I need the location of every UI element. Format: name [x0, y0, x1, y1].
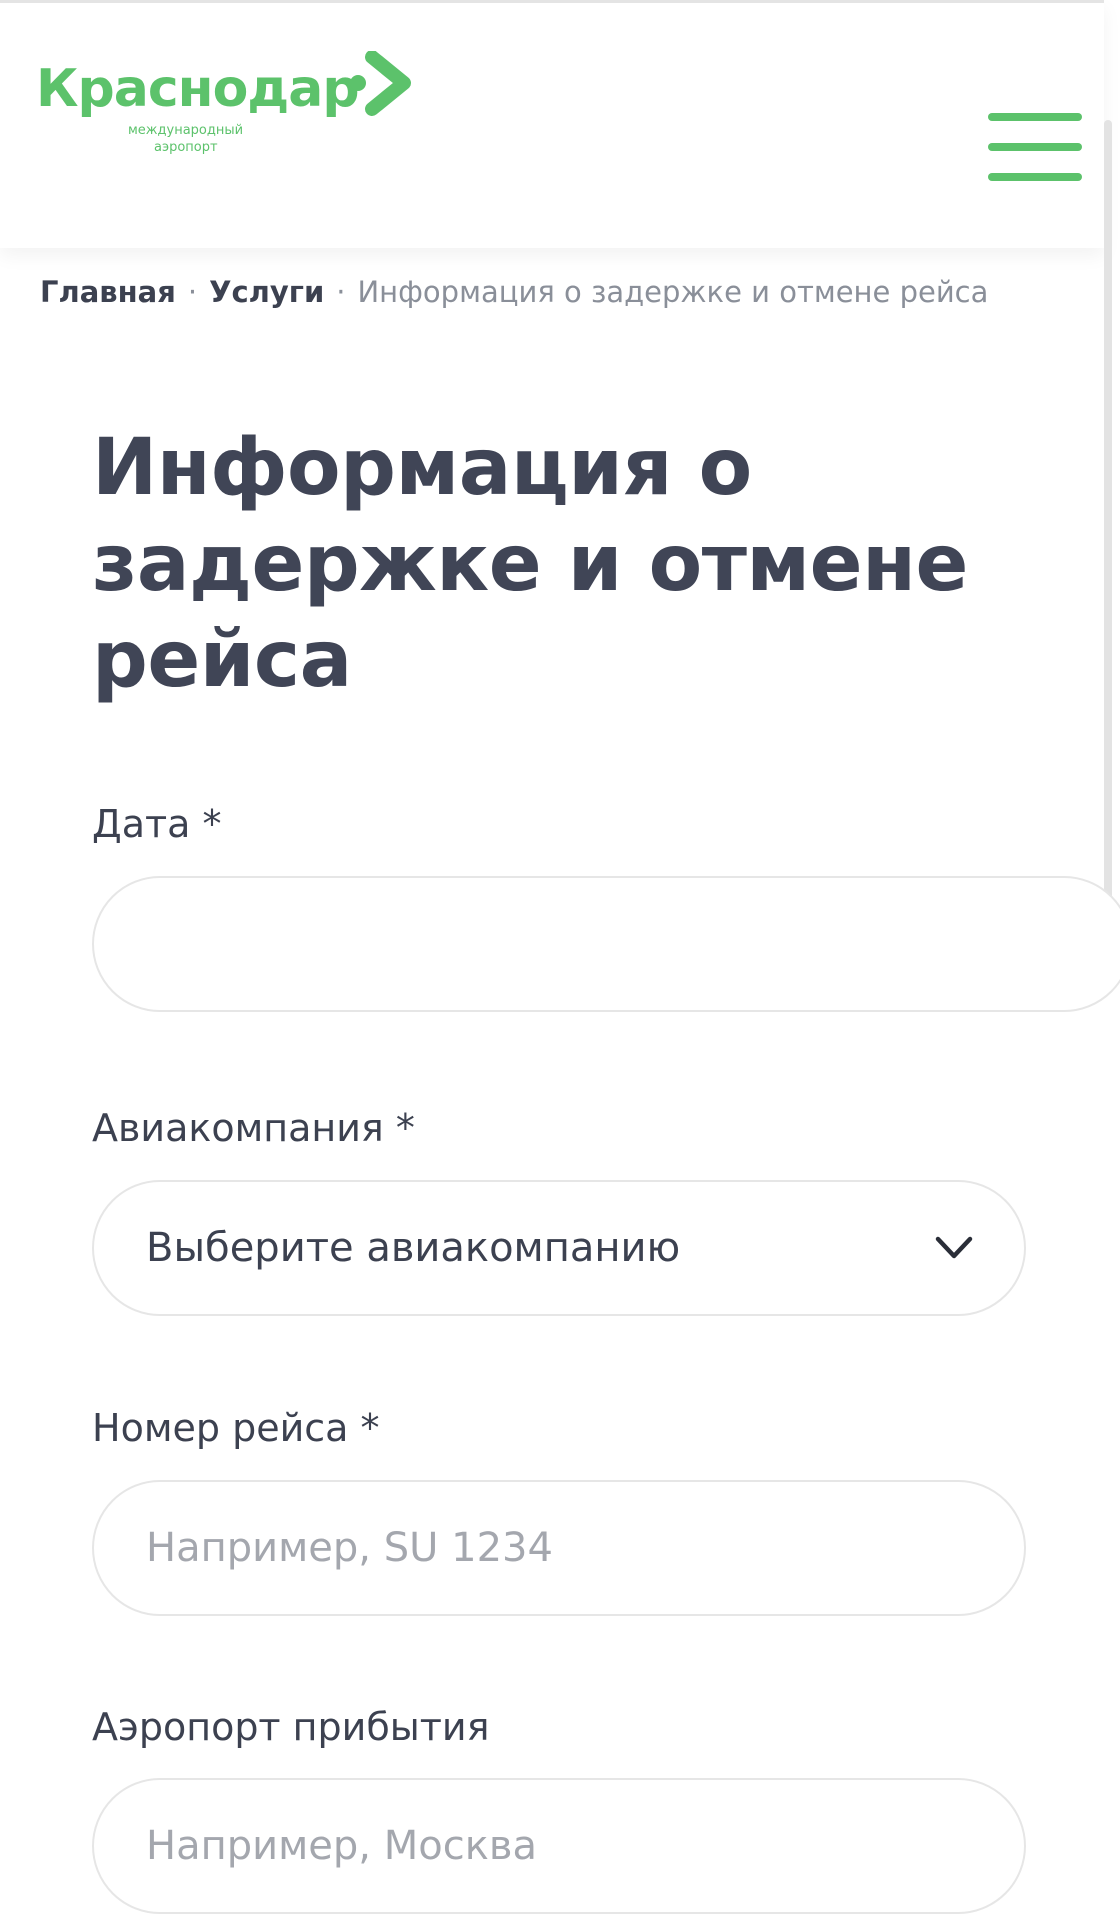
breadcrumb-current: Информация о задержке и отмене рейса	[357, 275, 989, 309]
flight-number-input[interactable]	[146, 1482, 966, 1614]
airline-select[interactable]: Выберите авиакомпанию	[92, 1180, 1026, 1316]
breadcrumb-services-link[interactable]: Услуги	[209, 275, 324, 309]
breadcrumb-separator: ·	[336, 275, 346, 309]
logo-arrow-icon	[350, 51, 411, 116]
airline-select-value: Выберите авиакомпанию	[146, 1225, 681, 1271]
date-input[interactable]	[146, 878, 966, 1010]
site-header: Краснодар международный аэропорт	[0, 0, 1104, 248]
hamburger-icon-line	[988, 173, 1082, 181]
arrival-airport-input[interactable]	[146, 1780, 966, 1912]
hamburger-icon-line	[988, 143, 1082, 151]
hamburger-icon-line	[988, 113, 1082, 121]
arrival-airport-field[interactable]	[92, 1778, 1026, 1914]
date-label: Дата *	[92, 802, 222, 846]
logo-subtitle-line1: международный	[128, 123, 244, 138]
flight-number-field[interactable]	[92, 1480, 1026, 1616]
hamburger-menu-button[interactable]	[988, 113, 1082, 183]
airline-label: Авиакомпания *	[92, 1106, 415, 1150]
date-field[interactable]	[92, 876, 1120, 1012]
page-title: Информация о задержке и отмене рейса	[92, 423, 968, 705]
logo-subtitle-line2: аэропорт	[154, 140, 218, 155]
chevron-down-icon	[935, 1236, 973, 1259]
airport-logo[interactable]: Краснодар международный аэропорт	[36, 51, 416, 163]
breadcrumb-home-link[interactable]: Главная	[40, 275, 176, 309]
flight-number-label: Номер рейса *	[92, 1406, 380, 1450]
arrival-airport-label: Аэропорт прибытия	[92, 1705, 490, 1749]
breadcrumb: Главная · Услуги · Информация о задержке и о…	[40, 272, 988, 312]
page: Краснодар международный аэропорт Главная…	[0, 0, 1120, 1920]
logo-name: Краснодар	[36, 59, 360, 119]
breadcrumb-separator: ·	[187, 275, 198, 309]
page-scrollbar[interactable]	[1104, 120, 1112, 935]
